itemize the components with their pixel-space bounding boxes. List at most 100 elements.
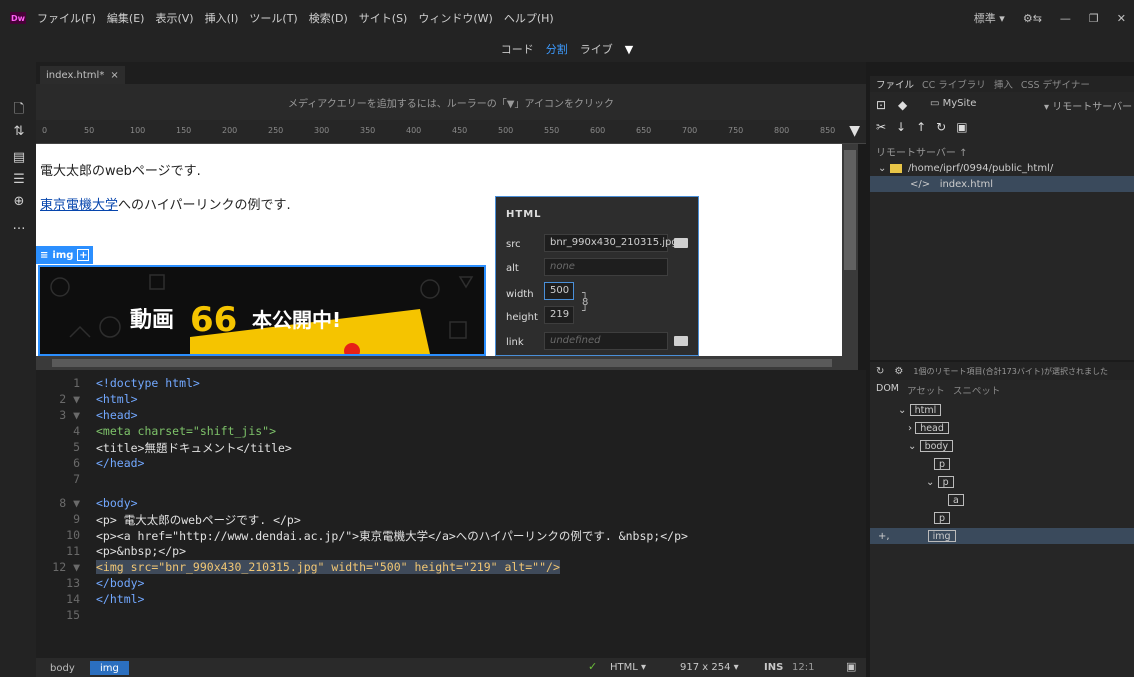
chevron-down-icon[interactable]: ▼ (625, 43, 633, 56)
chevron-down-icon[interactable]: ⌄ (908, 441, 916, 452)
dom-node-head[interactable]: › head (870, 420, 1134, 436)
chevron-right-icon[interactable]: › (908, 423, 912, 434)
close-tab-icon[interactable]: × (110, 70, 118, 81)
code-line-selected[interactable]: 12 ▼ <img src="bnr_990x430_210315.jpg" wi… (36, 560, 866, 575)
design-vertical-scrollbar[interactable] (842, 144, 858, 356)
width-field[interactable]: 500 (544, 282, 574, 300)
no-errors-icon[interactable]: ✓ (588, 660, 597, 673)
git-icon[interactable]: ◆ (898, 98, 907, 112)
tree-folder-public-html[interactable]: ⌄ /home/iprf/0994/public_html/ (870, 160, 1134, 176)
document-type-select[interactable]: HTML ▾ (610, 662, 646, 673)
view-split-button[interactable]: 分割 (546, 41, 568, 57)
element-badge[interactable]: ≡ img + (36, 246, 94, 264)
site-select[interactable]: ▭ MySite (930, 98, 976, 109)
open-documents-icon[interactable]: 🗋 (10, 100, 28, 117)
hamburger-icon[interactable]: ≡ (40, 250, 48, 261)
lock-proportions-icon[interactable]: ┐ 8 ┘ (582, 289, 588, 317)
menu-site[interactable]: サイト(S) (359, 10, 408, 26)
code-line[interactable]: 7 (36, 472, 866, 487)
window-size-select[interactable]: 917 x 254 ▾ (680, 662, 739, 673)
live-view-preview-icon[interactable]: ▣ (846, 660, 856, 673)
banner-image[interactable]: 動画 66 本公開中! (38, 265, 486, 356)
code-line[interactable]: 13 </body> (36, 576, 866, 591)
refresh-icon[interactable]: ↻ (876, 366, 884, 377)
menu-view[interactable]: 表示(V) (155, 10, 193, 26)
code-line[interactable]: 1 <!doctype html> (36, 376, 866, 391)
fold-icon[interactable]: ▼ (73, 496, 80, 510)
media-query-bar[interactable]: メディアクエリーを追加するには、ルーラーの「▼」アイコンをクリック (36, 84, 866, 120)
code-line[interactable]: 4 <meta charset="shift_jis"> (36, 424, 866, 439)
connect-get-put-sync-icons[interactable]: ✂↓↑↻▣ (876, 120, 978, 134)
dom-node-html[interactable]: ⌄ html (870, 402, 1134, 418)
media-query-marker-icon[interactable]: ▼ (849, 123, 860, 139)
code-line[interactable]: 5 <title>無題ドキュメント</title> (36, 440, 866, 455)
link-field[interactable]: undefined (544, 332, 668, 350)
menu-edit[interactable]: 編集(E) (107, 10, 145, 26)
folder-icon[interactable] (674, 238, 688, 248)
code-line[interactable]: 2 ▼ <html> (36, 392, 866, 407)
log-icon[interactable]: ⚙ (894, 366, 903, 377)
snippets-icon[interactable]: ⊕ (10, 194, 28, 210)
design-horizontal-scrollbar[interactable] (36, 356, 858, 370)
file-management-icon[interactable]: ⇅ (10, 124, 28, 140)
tab-snippets[interactable]: スニペット (953, 383, 1001, 397)
code-line[interactable]: 10 <p><a href="http://www.dendai.ac.jp/">… (36, 528, 866, 543)
tab-dom[interactable]: DOM (876, 383, 899, 397)
server-view-select[interactable]: ▾ リモートサーバー (1044, 98, 1132, 113)
scroll-thumb[interactable] (52, 359, 832, 367)
fold-icon[interactable]: ▼ (73, 408, 80, 422)
sync-settings-icon[interactable]: ⚙⇆ (1023, 12, 1042, 25)
restore-icon[interactable]: ❐ (1089, 12, 1099, 25)
code-line[interactable]: 8 ▼ <body> (36, 496, 866, 511)
minimize-icon[interactable]: — (1060, 12, 1071, 25)
code-line[interactable]: 9 <p> 電大太郎のwebページです. </p> (36, 512, 866, 527)
code-line[interactable]: 6 </head> (36, 456, 866, 471)
dom-node-img[interactable]: +, img (870, 528, 1134, 544)
view-code-button[interactable]: コード (501, 41, 534, 57)
dom-node-p[interactable]: ⌄ p (870, 474, 1134, 490)
menu-insert[interactable]: 挿入(I) (205, 10, 239, 26)
menu-window[interactable]: ウィンドウ(W) (418, 10, 492, 26)
dom-node-body[interactable]: ⌄ body (870, 438, 1134, 454)
dom-node-a[interactable]: a (870, 492, 1134, 508)
design-paragraph-1[interactable]: 電大太郎のwebページです. (40, 160, 201, 179)
tab-files[interactable]: ファイル (876, 77, 914, 91)
folder-icon[interactable] (674, 336, 688, 346)
add-element-icon[interactable]: +, (878, 531, 890, 542)
fold-icon[interactable]: ▼ (73, 560, 80, 574)
chevron-down-icon[interactable]: ⌄ (898, 405, 906, 416)
workspace-switcher[interactable]: 標準 ▾ (974, 10, 1005, 26)
chevron-down-icon[interactable]: ⌄ (926, 477, 934, 488)
chevron-down-icon[interactable]: ⌄ (878, 163, 886, 174)
tree-file-index-html[interactable]: </> index.html (870, 176, 1134, 192)
src-field[interactable]: bnr_990x430_210315.jpg (544, 234, 678, 252)
menu-tools[interactable]: ツール(T) (249, 10, 297, 26)
view-live-button[interactable]: ライブ (580, 41, 613, 57)
format-source-icon[interactable]: ☰ (10, 172, 28, 188)
close-icon[interactable]: ✕ (1117, 12, 1126, 25)
tab-css-designer[interactable]: CSS デザイナー (1021, 77, 1090, 91)
tab-insert[interactable]: 挿入 (994, 77, 1013, 91)
tab-assets[interactable]: アセット (907, 383, 945, 397)
live-view-options-icon[interactable]: ▤ (10, 150, 28, 166)
design-paragraph-2[interactable]: 東京電機大学へのハイパーリンクの例です. (40, 194, 291, 213)
menu-find[interactable]: 検索(D) (309, 10, 348, 26)
tag-selector-body[interactable]: body (40, 661, 85, 675)
dendai-link[interactable]: 東京電機大学 (40, 198, 118, 213)
tab-cc-libraries[interactable]: CC ライブラリ (922, 77, 986, 91)
code-line[interactable]: 15 (36, 608, 866, 623)
alt-field[interactable]: none (544, 258, 668, 276)
code-view[interactable]: 1 <!doctype html> 2 ▼ <html> 3 ▼ <head> 4 <m… (36, 370, 866, 658)
insert-mode[interactable]: INS (764, 662, 783, 673)
ruler[interactable]: 0 50 100 150 200 250 300 350 400 450 500… (36, 120, 866, 144)
menu-help[interactable]: ヘルプ(H) (504, 10, 554, 26)
fold-icon[interactable]: ▼ (73, 392, 80, 406)
code-line[interactable]: 14 </html> (36, 592, 866, 607)
tab-index-html[interactable]: index.html* × (40, 66, 125, 84)
more-tools-icon[interactable]: … (10, 218, 28, 234)
dom-node-p[interactable]: p (870, 456, 1134, 472)
add-class-icon[interactable]: + (77, 249, 90, 261)
menu-file[interactable]: ファイル(F) (37, 10, 96, 26)
code-line[interactable]: 3 ▼ <head> (36, 408, 866, 423)
code-line[interactable]: 11 <p>&nbsp;</p> (36, 544, 866, 559)
